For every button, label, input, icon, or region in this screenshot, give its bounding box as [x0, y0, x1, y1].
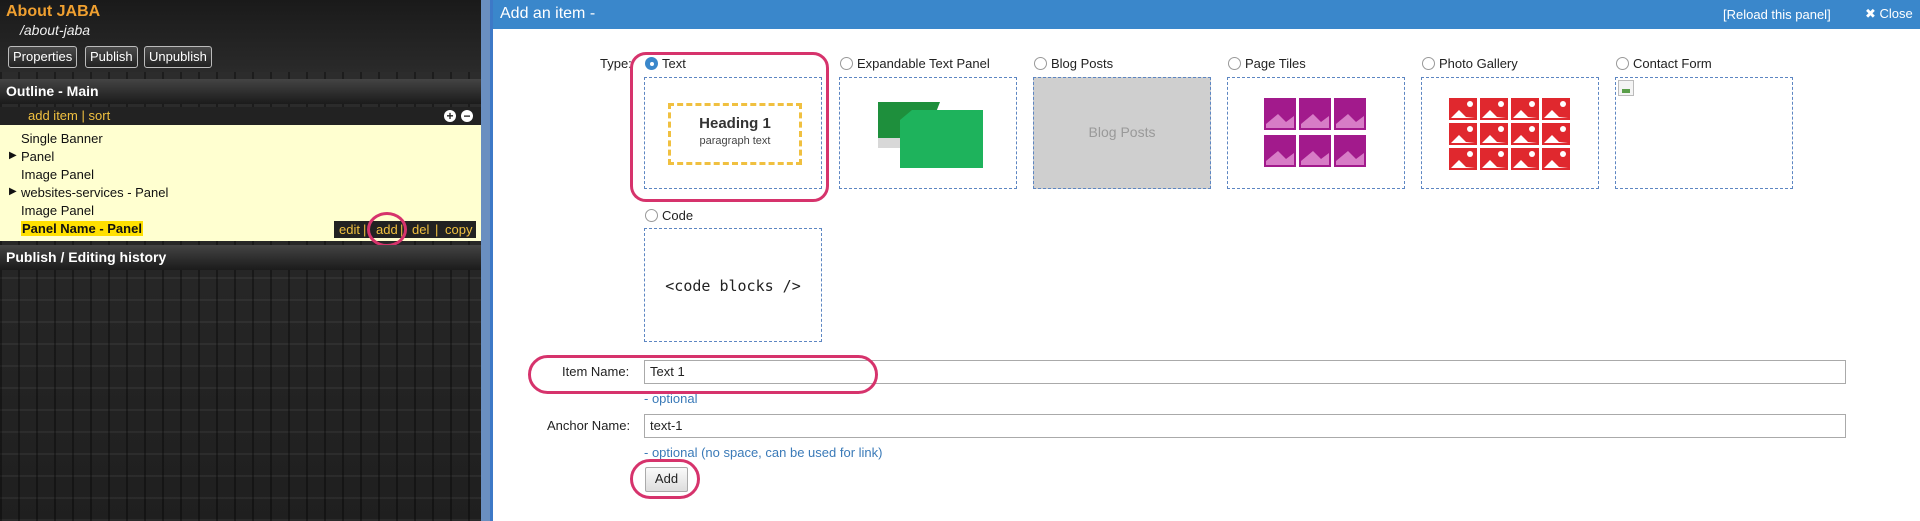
- history-area: [0, 271, 481, 521]
- edit-link[interactable]: edit: [339, 221, 360, 238]
- photo-gallery-preview[interactable]: [1421, 77, 1599, 189]
- expandable-panel-icon: [878, 102, 983, 168]
- separator: |: [363, 222, 367, 237]
- add-button-highlight: [630, 459, 700, 499]
- type-label-contact-form[interactable]: Contact Form: [1633, 56, 1712, 71]
- history-header: Publish / Editing history: [0, 245, 481, 270]
- type-radio-contact-form[interactable]: [1616, 57, 1629, 70]
- code-preview-label: <code blocks />: [665, 277, 801, 295]
- panel-header: Add an item - [Reload this panel] ✖ Clos…: [493, 0, 1920, 29]
- outline-item[interactable]: websites-services - Panel: [21, 185, 168, 200]
- type-label-expandable[interactable]: Expandable Text Panel: [857, 56, 990, 71]
- type-label-code[interactable]: Code: [662, 208, 693, 223]
- type-label: Type:: [600, 56, 632, 71]
- anchor-name-input[interactable]: text-1: [644, 414, 1846, 438]
- type-label-page-tiles[interactable]: Page Tiles: [1245, 56, 1306, 71]
- close-button[interactable]: ✖ Close: [1865, 6, 1913, 22]
- blog-preview-label: Blog Posts: [1088, 124, 1156, 140]
- expand-all-icon[interactable]: +: [444, 110, 456, 122]
- page-tiles-icon: [1264, 98, 1366, 167]
- code-preview[interactable]: <code blocks />: [644, 228, 822, 342]
- reload-panel-link[interactable]: [Reload this panel]: [1723, 7, 1831, 22]
- page-tiles-preview[interactable]: [1227, 77, 1405, 189]
- left-panel: About JABA /about-jaba Properties Publis…: [0, 0, 481, 521]
- text-option-highlight: [630, 52, 829, 202]
- outline-links: add item | sort: [28, 108, 110, 123]
- outline-item[interactable]: Image Panel: [21, 167, 94, 182]
- close-label: Close: [1879, 6, 1913, 21]
- add-link-highlight: [367, 212, 407, 247]
- close-icon: ✖: [1865, 6, 1876, 21]
- sort-link[interactable]: sort: [89, 108, 111, 123]
- item-name-highlight: [528, 355, 878, 394]
- expand-arrow-icon[interactable]: ▶: [9, 150, 17, 161]
- page-header: About JABA /about-jaba Properties Publis…: [0, 0, 481, 72]
- outline-item[interactable]: Image Panel: [21, 203, 94, 218]
- properties-button[interactable]: Properties: [8, 46, 78, 68]
- broken-image-icon: [1618, 80, 1634, 96]
- anchor-name-hint: - optional (no space, can be used for li…: [644, 445, 883, 460]
- type-radio-blog[interactable]: [1034, 57, 1047, 70]
- copy-link[interactable]: copy: [445, 221, 472, 238]
- panel-title: Add an item -: [500, 5, 596, 22]
- anchor-name-label: Anchor Name:: [547, 418, 631, 433]
- separator: |: [81, 108, 85, 123]
- type-label-blog[interactable]: Blog Posts: [1051, 56, 1113, 71]
- type-radio-page-tiles[interactable]: [1228, 57, 1241, 70]
- expandable-preview[interactable]: [839, 77, 1017, 189]
- blog-preview[interactable]: Blog Posts: [1033, 77, 1211, 189]
- type-radio-code[interactable]: [645, 209, 658, 222]
- add-item-panel: Add an item - [Reload this panel] ✖ Clos…: [493, 0, 1920, 521]
- collapse-all-icon[interactable]: −: [461, 110, 473, 122]
- photo-gallery-icon: [1449, 98, 1570, 170]
- unpublish-button[interactable]: Unpublish: [144, 46, 212, 68]
- publish-button[interactable]: Publish: [85, 46, 138, 68]
- outline-item[interactable]: Single Banner: [21, 131, 103, 146]
- outline-item[interactable]: Panel: [21, 149, 54, 164]
- type-radio-expandable[interactable]: [840, 57, 853, 70]
- outline-header: Outline - Main: [0, 79, 481, 104]
- panel-divider[interactable]: [481, 0, 490, 521]
- outline-toolbar: add item | sort: [0, 107, 481, 125]
- type-label-photo-gallery[interactable]: Photo Gallery: [1439, 56, 1518, 71]
- add-item-link[interactable]: add item: [28, 108, 78, 123]
- outline-item-selected[interactable]: Panel Name - Panel: [21, 221, 143, 236]
- page-path: /about-jaba: [20, 22, 91, 38]
- expand-arrow-icon[interactable]: ▶: [9, 186, 17, 197]
- page-title: About JABA: [6, 3, 101, 20]
- contact-form-preview[interactable]: [1615, 77, 1793, 189]
- type-radio-photo-gallery[interactable]: [1422, 57, 1435, 70]
- separator: |: [435, 222, 439, 237]
- del-link[interactable]: del: [412, 221, 429, 238]
- selected-item-label: Panel Name - Panel: [21, 221, 143, 236]
